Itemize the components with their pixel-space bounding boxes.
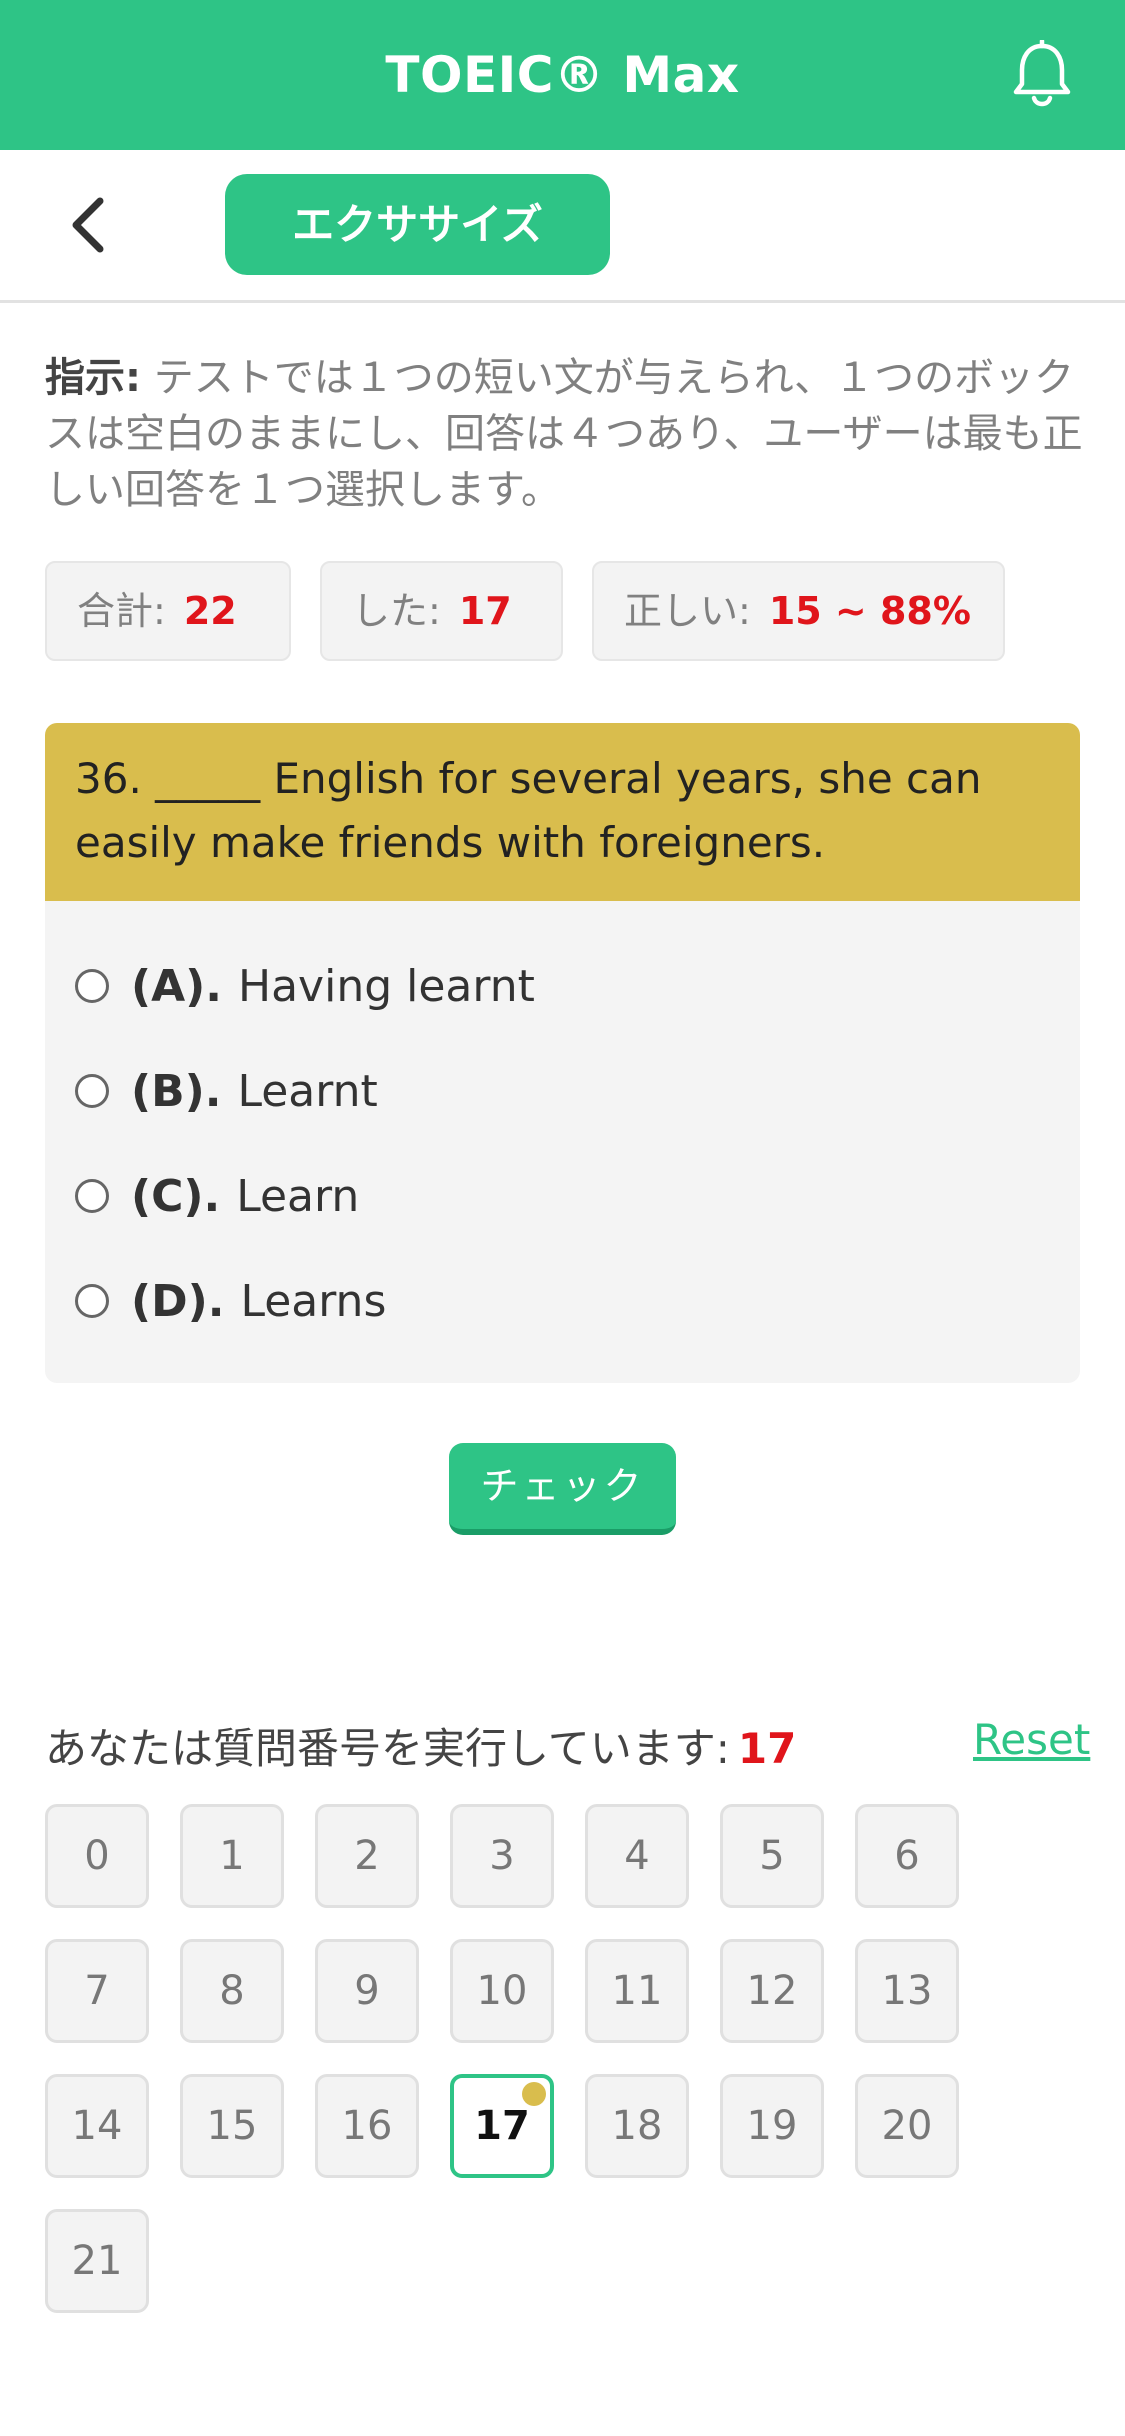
- answer-options: (A). Having learnt (B). Learnt (C). Lear…: [45, 901, 1080, 1383]
- question-number-button[interactable]: 0: [45, 1804, 149, 1908]
- question-number-button[interactable]: 13: [855, 1939, 959, 2043]
- radio-button[interactable]: [75, 969, 109, 1003]
- app-header: TOEIC® Max: [0, 0, 1125, 150]
- stat-total: 合計: 22: [45, 561, 291, 661]
- option-a[interactable]: (A). Having learnt: [75, 951, 535, 1021]
- radio-button[interactable]: [75, 1179, 109, 1213]
- option-text: Learn: [236, 1170, 360, 1222]
- chevron-left-icon[interactable]: [60, 195, 120, 255]
- exercise-mode-button[interactable]: エクササイズ: [225, 174, 610, 275]
- question-number-button[interactable]: 17: [450, 2074, 554, 2178]
- option-text: Having learnt: [238, 960, 535, 1012]
- question-number-button[interactable]: 11: [585, 1939, 689, 2043]
- stat-done-value: 17: [458, 589, 512, 633]
- radio-button[interactable]: [75, 1074, 109, 1108]
- radio-button[interactable]: [75, 1284, 109, 1318]
- question-number-button[interactable]: 5: [720, 1804, 824, 1908]
- question-number-button[interactable]: 6: [855, 1804, 959, 1908]
- option-letter: (B).: [131, 1065, 222, 1117]
- instructions: 指示: テストでは１つの短い文が与えられ、１つのボックスは空白のままにし、回答は…: [45, 350, 1085, 518]
- question-number-button[interactable]: 16: [315, 2074, 419, 2178]
- stat-correct-label: 正しい:: [624, 589, 751, 633]
- option-text: Learns: [240, 1275, 387, 1327]
- question-number-button[interactable]: 8: [180, 1939, 284, 2043]
- stat-total-value: 22: [183, 589, 237, 633]
- question-number-button[interactable]: 14: [45, 2074, 149, 2178]
- running-label-text: あなたは質問番号を実行しています:: [45, 1724, 730, 1773]
- option-letter: (D).: [131, 1275, 225, 1327]
- question-number-button[interactable]: 9: [315, 1939, 419, 2043]
- stat-correct-value: 15 ~ 88%: [768, 589, 971, 633]
- option-letter: (A).: [131, 960, 222, 1012]
- current-question-number: 17: [737, 1724, 797, 1773]
- question-text: 36. _____ English for several years, she…: [45, 723, 1080, 901]
- question-number-button[interactable]: 3: [450, 1804, 554, 1908]
- option-b[interactable]: (B). Learnt: [75, 1056, 378, 1126]
- running-question-label: あなたは質問番号を実行しています: 17: [45, 1715, 796, 1776]
- stat-done-label: した:: [352, 589, 441, 633]
- app-title: TOEIC® Max: [385, 46, 740, 104]
- current-indicator-dot: [522, 2082, 546, 2106]
- sub-header: エクササイズ: [0, 150, 1125, 303]
- instructions-text: テストでは１つの短い文が与えられ、１つのボックスは空白のままにし、回答は４つあり…: [45, 355, 1083, 513]
- option-c[interactable]: (C). Learn: [75, 1161, 359, 1231]
- bell-icon[interactable]: [1010, 40, 1074, 110]
- stat-done: した: 17: [320, 561, 563, 661]
- option-letter: (C).: [131, 1170, 221, 1222]
- question-number-button[interactable]: 4: [585, 1804, 689, 1908]
- stat-total-label: 合計:: [77, 589, 166, 633]
- stat-correct: 正しい: 15 ~ 88%: [592, 561, 1005, 661]
- check-button[interactable]: チェック: [449, 1443, 676, 1535]
- question-number-button[interactable]: 20: [855, 2074, 959, 2178]
- question-number-button[interactable]: 19: [720, 2074, 824, 2178]
- question-number-button[interactable]: 10: [450, 1939, 554, 2043]
- question-number-button[interactable]: 18: [585, 2074, 689, 2178]
- question-number-button[interactable]: 7: [45, 1939, 149, 2043]
- question-number-button[interactable]: 1: [180, 1804, 284, 1908]
- question-number-button[interactable]: 15: [180, 2074, 284, 2178]
- option-text: Learnt: [237, 1065, 378, 1117]
- reset-link[interactable]: Reset: [973, 1715, 1090, 1764]
- instructions-label: 指示:: [45, 355, 141, 401]
- question-number-button[interactable]: 12: [720, 1939, 824, 2043]
- question-number-button[interactable]: 2: [315, 1804, 419, 1908]
- option-d[interactable]: (D). Learns: [75, 1266, 386, 1336]
- question-number-button[interactable]: 21: [45, 2209, 149, 2313]
